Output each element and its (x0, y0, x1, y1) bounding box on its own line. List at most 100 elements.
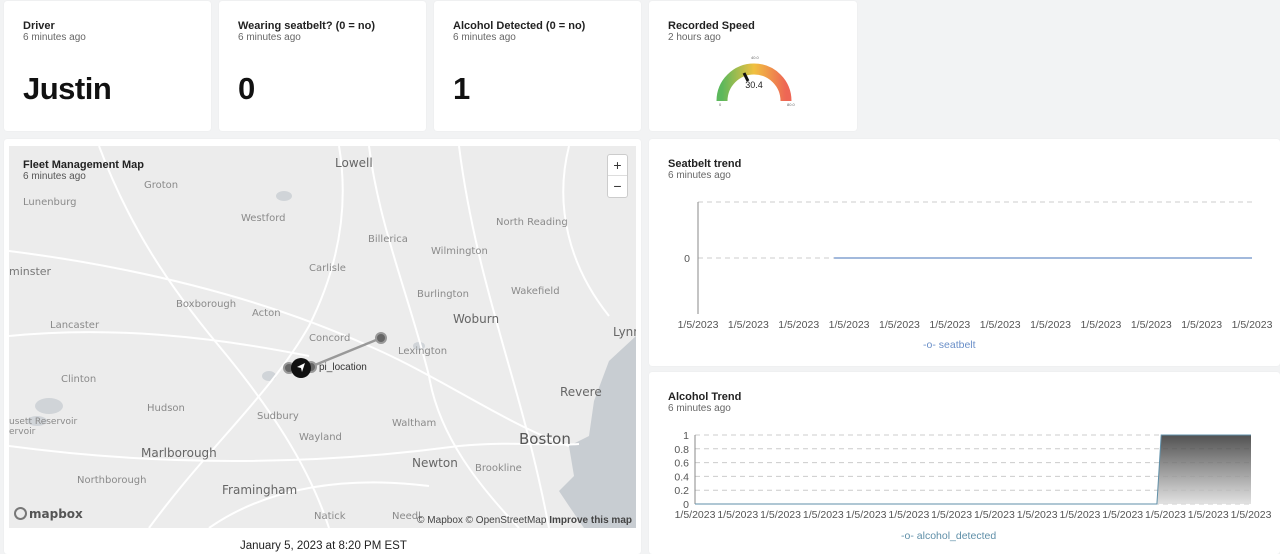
mapbox-logo-icon (14, 507, 27, 520)
map-attribution: © Mapbox © OpenStreetMap Improve this ma… (417, 515, 632, 526)
x-tick-label: 1/5/2023 (1059, 509, 1100, 521)
seatbelt-value: 0 (238, 71, 255, 106)
speed-gauge-max: 80.0 (787, 102, 796, 107)
speed-gauge: 30.4 0 40.0 80.0 (716, 55, 796, 107)
x-tick-label: 1/5/2023 (888, 509, 929, 521)
speed-gauge-min: 0 (719, 102, 722, 107)
alcohol-tile: Alcohol Detected (0 = no) 6 minutes ago … (434, 1, 641, 131)
y-tick-label: 0.6 (674, 458, 689, 470)
map-place-wilmington: Wilmington (431, 246, 488, 257)
x-tick-label: 1/5/2023 (760, 509, 801, 521)
map-place-north-reading: North Reading (496, 217, 568, 228)
driver-value: Justin (23, 71, 112, 106)
zoom-in-button[interactable]: + (608, 155, 627, 176)
map-place-hudson: Hudson (147, 403, 185, 414)
map-place-carlisle: Carlisle (309, 263, 346, 274)
map-place-newton: Newton (412, 456, 458, 470)
alcohol-legend-label: alcohol_detected (916, 530, 997, 542)
map-place-westford: Westford (241, 213, 286, 224)
map-place-reservoir: usett Reservoir (9, 417, 78, 427)
map-place-framingham: Framingham (222, 483, 298, 497)
map-place-lexington: Lexington (398, 346, 448, 357)
map-place-reservoir-2: ervoir (9, 427, 36, 437)
mapbox-logo: mapbox (14, 507, 83, 521)
map-updated: 6 minutes ago (23, 171, 86, 182)
map-place-concord: Concord (309, 333, 351, 344)
x-tick-label: 1/5/2023 (974, 509, 1015, 521)
speed-gauge-value: 30.4 (745, 80, 763, 90)
x-tick-label: 1/5/2023 (678, 319, 719, 331)
x-tick-label: 1/5/2023 (717, 509, 758, 521)
map-place-marlborough: Marlborough (141, 446, 217, 460)
y-tick-label: 0 (684, 253, 690, 265)
x-tick-label: 1/5/2023 (846, 509, 887, 521)
x-tick-label: 1/5/2023 (778, 319, 819, 331)
map-place-wayland: Wayland (299, 432, 342, 443)
x-tick-label: 1/5/2023 (1131, 319, 1172, 331)
map-place-groton: Groton (144, 180, 179, 191)
speed-gauge-mid: 40.0 (751, 55, 760, 60)
map-place-waltham: Waltham (392, 418, 437, 429)
mapbox-logo-text: mapbox (29, 507, 83, 521)
map-place-minster: minster (9, 265, 52, 278)
map-place-sudbury: Sudbury (257, 411, 299, 422)
alcohol-chart: 00.20.40.60.811/5/2023 1/5/2023 1/5/2023 1/… (674, 430, 1272, 521)
speed-updated: 2 hours ago (668, 32, 721, 43)
x-tick-label: 1/5/2023 (728, 319, 769, 331)
x-tick-label: 1/5/2023 (929, 319, 970, 331)
x-tick-label: 1/5/2023 (1232, 319, 1273, 331)
map-zoom-control: + − (607, 154, 628, 198)
map-title: Fleet Management Map (23, 159, 145, 171)
alcohol-legend[interactable]: -o- alcohol_detected (901, 530, 996, 542)
legend-marker-icon: -o- (901, 530, 914, 542)
map-place-brookline: Brookline (475, 463, 522, 474)
driver-title: Driver (23, 20, 55, 32)
zoom-out-button[interactable]: − (608, 176, 627, 197)
improve-map-link[interactable]: Improve this map (549, 515, 632, 526)
x-tick-label: 1/5/2023 (1188, 509, 1229, 521)
y-tick-label: 0.8 (674, 444, 689, 456)
navigation-arrow-icon (297, 363, 305, 372)
map-place-lunenburg: Lunenburg (23, 197, 77, 208)
driver-tile: Driver 6 minutes ago Justin (4, 1, 211, 131)
speed-tile: Recorded Speed 2 hours ago 30.4 0 40.0 8… (649, 1, 857, 131)
map-place-boxborough: Boxborough (176, 299, 237, 310)
x-tick-label: 1/5/2023 (1231, 509, 1272, 521)
map-place-burlington: Burlington (417, 289, 469, 300)
speed-title: Recorded Speed (668, 20, 755, 32)
map-timestamp: January 5, 2023 at 8:20 PM EST (240, 540, 407, 552)
x-tick-label: 1/5/2023 (931, 509, 972, 521)
map-place-revere: Revere (560, 385, 602, 399)
x-tick-label: 1/5/2023 (1102, 509, 1143, 521)
map-place-lancaster: Lancaster (50, 320, 100, 331)
seatbelt-tile: Wearing seatbelt? (0 = no) 6 minutes ago… (219, 1, 426, 131)
y-tick-label: 1 (683, 430, 689, 442)
x-tick-label: 1/5/2023 (829, 319, 870, 331)
seatbelt-legend[interactable]: -o- seatbelt (923, 339, 976, 351)
alcohol-updated: 6 minutes ago (453, 32, 516, 43)
alcohol-series-area (1156, 435, 1251, 504)
map-place-northborough: Northborough (77, 475, 147, 486)
x-tick-label: 1/5/2023 (980, 319, 1021, 331)
map-place-lowell: Lowell (335, 156, 373, 170)
alcohol-value: 1 (453, 71, 470, 106)
fleet-map[interactable]: Lowell Groton Lunenburg Westford North R… (9, 146, 636, 528)
map-place-clinton: Clinton (61, 374, 97, 385)
map-place-wakefield: Wakefield (511, 286, 560, 297)
y-tick-label: 0.4 (674, 471, 689, 483)
map-place-billerica: Billerica (368, 234, 408, 245)
seatbelt-chart-card: Seatbelt trend 6 minutes ago 0 1/5/2023 1/… (649, 139, 1280, 366)
map-attribution-text[interactable]: © Mapbox © OpenStreetMap (417, 515, 546, 526)
x-tick-label: 1/5/2023 (803, 509, 844, 521)
legend-marker-icon: -o- (923, 339, 936, 351)
map-marker[interactable] (291, 358, 311, 378)
seatbelt-updated: 6 minutes ago (238, 32, 301, 43)
alcohol-chart-card: Alcohol Trend 6 minutes ago 0 0.2 0.4 0.6 0.… (649, 372, 1280, 554)
x-tick-label: 1/5/2023 (1030, 319, 1071, 331)
x-tick-label: 1/5/2023 (1080, 319, 1121, 331)
x-tick-label: 1/5/2023 (1145, 509, 1186, 521)
y-tick-label: 0.2 (674, 485, 689, 497)
seatbelt-legend-label: seatbelt (938, 339, 976, 351)
map-place-acton: Acton (252, 308, 281, 319)
seatbelt-title: Wearing seatbelt? (0 = no) (238, 20, 376, 32)
